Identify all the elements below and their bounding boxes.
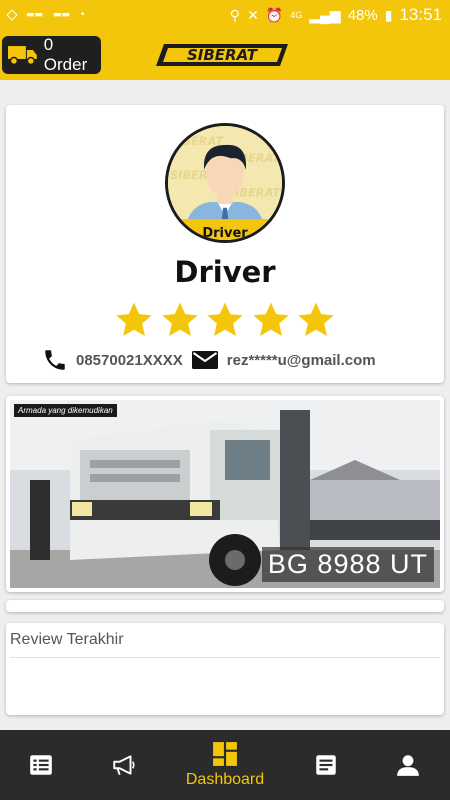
nav-item-profile[interactable] — [386, 730, 430, 800]
driver-avatar-illustration: SIBERAT SIBERAT SIBERAT SIBERAT — [168, 126, 282, 240]
dashboard-icon — [213, 742, 237, 766]
network-type: 4G — [290, 10, 303, 20]
review-divider — [10, 657, 440, 658]
star-icon — [161, 302, 198, 336]
email-address[interactable]: rez*****u@gmail.com — [227, 352, 376, 369]
driver-avatar[interactable]: SIBERAT SIBERAT SIBERAT SIBERAT Driver — [165, 123, 285, 243]
app-header: 0 Order SIBERAT — [0, 30, 450, 80]
driver-rating — [114, 300, 336, 342]
location-notification-icon — [6, 9, 18, 21]
svg-text:SIBERAT: SIBERAT — [170, 134, 224, 148]
contact-row: 08570021XXXX rez*****u@gmail.com — [42, 346, 376, 374]
phone-icon — [45, 350, 65, 370]
truck-icon — [8, 46, 37, 66]
mute-icon: ✕ — [247, 6, 259, 23]
star-icon — [116, 302, 152, 336]
order-button[interactable]: 0 Order — [2, 35, 101, 74]
location-icon: ⚲ — [229, 6, 241, 23]
status-notifications: ▬▬ ▬▬ • — [6, 9, 230, 21]
nav-item-list[interactable] — [18, 730, 64, 800]
vehicle-photo[interactable]: Armada yang dikemudikan BG 8988 UT — [10, 400, 440, 588]
phone-number[interactable]: 08570021XXXX — [76, 352, 183, 369]
list-icon — [30, 755, 52, 775]
mail-icon — [191, 351, 218, 369]
nav-item-documents[interactable] — [304, 730, 348, 800]
avatar-badge: Driver — [202, 226, 248, 241]
vehicle-card: Armada yang dikemudikan BG 8988 UT — [6, 396, 444, 592]
profile-card: SIBERAT SIBERAT SIBERAT SIBERAT Driver D… — [6, 105, 444, 383]
signal-icon: ▂▄▆ — [309, 6, 341, 23]
user-icon — [397, 755, 419, 776]
notification-icon: ▬▬ — [53, 10, 71, 20]
megaphone-icon — [113, 755, 135, 776]
review-card: Review Terakhir — [6, 623, 444, 715]
empty-card — [6, 600, 444, 612]
status-bar: ▬▬ ▬▬ • ⚲ ✕ ⏰ 4G ▂▄▆ 48% ▮ 13:51 — [0, 0, 450, 30]
star-icon — [207, 302, 243, 336]
star-icon — [298, 302, 334, 336]
logo-text: SIBERAT — [187, 46, 259, 64]
license-plate: BG 8988 UT — [261, 547, 434, 582]
bottom-nav: Dashboard — [0, 730, 450, 800]
star-icon — [252, 302, 289, 336]
nav-item-dashboard[interactable]: Dashboard — [170, 730, 280, 800]
battery-icon: ▮ — [384, 6, 393, 23]
review-title: Review Terakhir — [10, 631, 124, 648]
vehicle-photo-caption: Armada yang dikemudikan — [14, 404, 117, 417]
nav-item-announcements[interactable] — [104, 730, 144, 800]
status-indicators: ⚲ ✕ ⏰ 4G ▂▄▆ 48% ▮ 13:51 — [230, 5, 442, 25]
clock: 13:51 — [399, 5, 442, 24]
nav-label-dashboard: Dashboard — [185, 771, 265, 788]
siberat-logo: SIBERAT — [156, 44, 288, 66]
alarm-icon: ⏰ — [265, 6, 284, 23]
battery-percent: 48% — [347, 6, 378, 24]
notification-icon: ▬▬ — [26, 10, 44, 20]
document-icon — [316, 755, 336, 775]
order-count-label: 0 Order — [43, 35, 88, 74]
notification-dot-icon: • — [80, 10, 86, 20]
driver-name: Driver — [174, 255, 276, 289]
